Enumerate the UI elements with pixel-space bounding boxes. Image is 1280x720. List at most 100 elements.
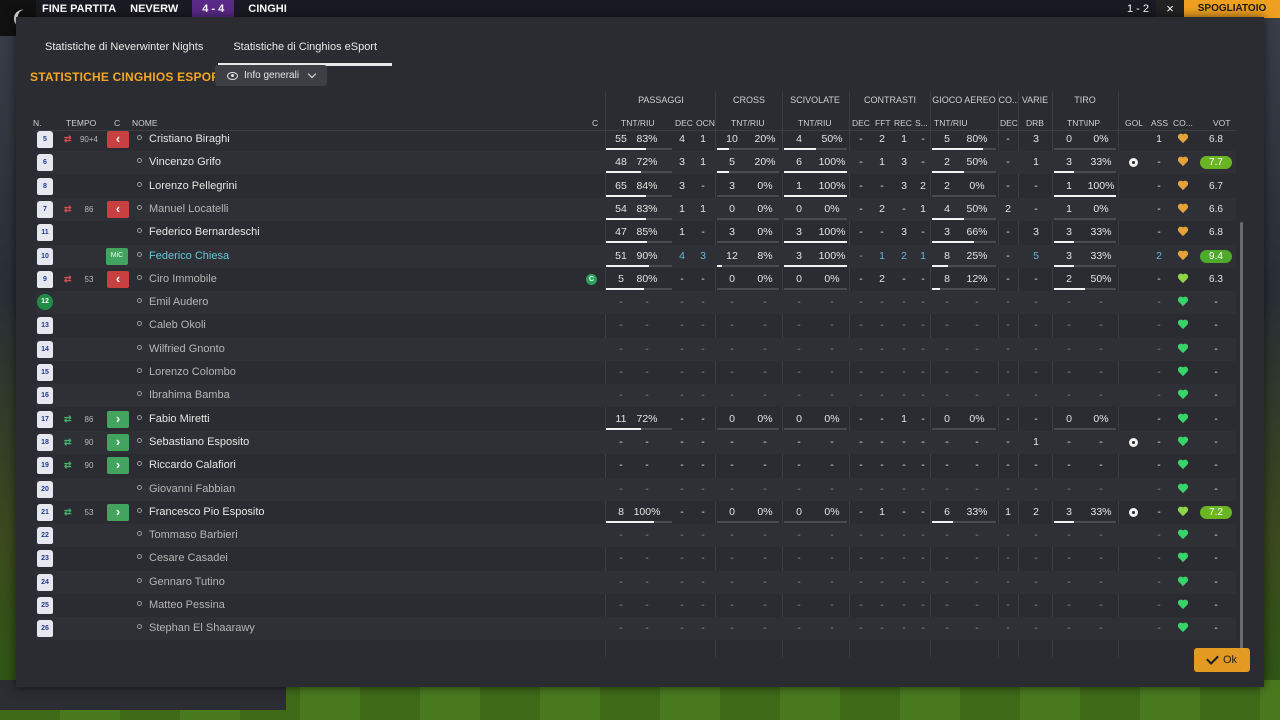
tab-neverwinter[interactable]: Statistiche di Neverwinter Nights xyxy=(30,39,218,63)
table-row[interactable]: 17 ⇄ 86 › Fabio Miretti 11 72% - -0 0% 0 0% - -1-0 0% -… xyxy=(36,408,1236,431)
player-name[interactable]: Francesco Pio Esposito xyxy=(149,501,265,524)
column-header-con_s[interactable]: S... xyxy=(915,118,928,128)
column-header-n[interactable]: N. xyxy=(33,118,42,128)
table-row[interactable]: 8 Lorenzo Pellegrini 65 84% 3-3 0% 1 100% - -3 2 2 0… xyxy=(36,175,1236,198)
pass-tnt: - xyxy=(619,552,623,564)
player-name[interactable]: Stephan El Shaarawy xyxy=(149,617,255,640)
player-name[interactable]: Gennaro Tutino xyxy=(149,571,225,594)
player-name[interactable]: Federico Chiesa xyxy=(149,245,229,268)
player-name[interactable]: Matteo Pessina xyxy=(149,594,225,617)
aer-pct: - xyxy=(975,319,979,331)
column-header-pass_dec[interactable]: DEC xyxy=(675,118,693,128)
player-name[interactable]: Lorenzo Pellegrini xyxy=(149,175,237,198)
table-row[interactable]: 22 Tommaso Barbieri - - - - - - - - - - - - - - - - - - - - xyxy=(36,524,1236,547)
column-header-c[interactable]: C xyxy=(114,118,120,128)
sub-in-button[interactable]: › xyxy=(107,411,129,428)
player-name[interactable]: Sebastiano Esposito xyxy=(149,431,249,454)
table-row[interactable]: 14 Wilfried Gnonto - - - - - - - - - - - - - - - - - - - - xyxy=(36,338,1236,361)
player-name[interactable]: Giovanni Fabbian xyxy=(149,478,235,501)
table-row[interactable]: 26 Stephan El Shaarawy - - - - - - - - - - - - - - - - - - -… xyxy=(36,617,1236,640)
player-name[interactable]: Vincenzo Grifo xyxy=(149,151,221,174)
table-row[interactable]: 23 Cesare Casadei - - - - - - - - - - - - - - - - - - - - xyxy=(36,547,1236,570)
sub-out-button[interactable]: ‹ xyxy=(107,201,129,218)
contrasti-0: - xyxy=(859,436,863,448)
scrollbar[interactable] xyxy=(1240,222,1243,657)
aer-bar-fill xyxy=(932,241,974,243)
column-header-con_rec[interactable]: REC xyxy=(894,118,912,128)
player-name[interactable]: Manuel Locatelli xyxy=(149,198,229,221)
player-name[interactable]: Caleb Okoli xyxy=(149,314,206,337)
table-row[interactable]: 15 Lorenzo Colombo - - - - - - - - - - - - - - - - - - - - xyxy=(36,361,1236,384)
column-header-vot[interactable]: VOT xyxy=(1213,118,1230,128)
table-row[interactable]: 11 Federico Bernardeschi 47 85% 1-3 0% 3 100% - -… xyxy=(36,221,1236,244)
player-name[interactable]: Fabio Miretti xyxy=(149,408,210,431)
sub-in-button[interactable]: › xyxy=(107,504,129,521)
sciv-pct: - xyxy=(830,436,834,448)
player-name[interactable]: Wilfried Gnonto xyxy=(149,338,225,361)
close-icon[interactable]: × xyxy=(1156,0,1184,18)
player-name[interactable]: Ibrahima Bamba xyxy=(149,384,230,407)
sciv-tnt: - xyxy=(797,622,801,634)
column-header-pass_ocn[interactable]: OCN xyxy=(696,118,715,128)
contrasti-3: - xyxy=(921,133,925,145)
table-row[interactable]: 10 MiC Federico Chiesa 51 90% 4 3 12 8% 3 100% -1 2 1… xyxy=(36,245,1236,268)
column-header-tempo[interactable]: TEMPO xyxy=(66,118,96,128)
pass-bar-fill xyxy=(606,195,646,197)
column-header-gol[interactable]: GOL xyxy=(1125,118,1143,128)
table-row[interactable]: 19 ⇄ 90 › Riccardo Calafiori - - - - - - - - - - - - - - - -… xyxy=(36,454,1236,477)
rating-badge: - xyxy=(1214,297,1218,308)
table-row[interactable]: 18 ⇄ 90 › Sebastiano Esposito - - - - - - - - - - - - - - -… xyxy=(36,431,1236,454)
ok-button[interactable]: Ok xyxy=(1194,648,1250,672)
column-header-co2[interactable]: CO... xyxy=(1173,118,1193,128)
sub-out-button[interactable]: ‹ xyxy=(107,271,129,288)
player-name[interactable]: Tommaso Barbieri xyxy=(149,524,238,547)
table-row[interactable]: 16 Ibrahima Bamba - - - - - - - - - - - - - - - - - - - - xyxy=(36,384,1236,407)
player-name[interactable]: Ciro Immobile xyxy=(149,268,217,291)
column-header-varie_drb[interactable]: DRB xyxy=(1026,118,1044,128)
aer-tnt: - xyxy=(945,552,949,564)
column-header-c2[interactable]: C xyxy=(592,118,598,128)
table-row[interactable]: 13 Caleb Okoli - - - - - - - - - - - - - - - - - - - - xyxy=(36,314,1236,337)
table-row[interactable]: 21 ⇄ 53 › Francesco Pio Esposito 8 100% - -0 0% 0 0… xyxy=(36,501,1236,524)
player-name[interactable]: Emil Audero xyxy=(149,291,208,314)
column-header-co_dec[interactable]: DEC xyxy=(1000,118,1018,128)
dressing-room-button[interactable]: SPOGLIATOIO xyxy=(1184,0,1280,18)
tiro-tnt: - xyxy=(1067,343,1071,355)
table-row[interactable]: 25 Matteo Pessina - - - - - - - - - - - - - - - - - - - - xyxy=(36,594,1236,617)
table-row[interactable]: 20 Giovanni Fabbian - - - - - - - - - - - - - - - - - - - - xyxy=(36,478,1236,501)
column-header-aer_tnt[interactable]: TNT/RIU xyxy=(934,118,968,128)
sub-in-button[interactable]: › xyxy=(107,434,129,451)
table-row[interactable]: 9 ⇄ 53 ‹ Ciro Immobile C 5 80% - -0 0% 0 0% -2- -8 12% -… xyxy=(36,268,1236,291)
column-header-ass[interactable]: ASS xyxy=(1151,118,1168,128)
tab-cinghios[interactable]: Statistiche di Cinghios eSport xyxy=(218,39,393,66)
table-row[interactable]: 6 Vincenzo Grifo 48 72% 3 1 5 20% 6 100% -1 3-2 50% -… xyxy=(36,151,1236,174)
sub-out-button[interactable]: ‹ xyxy=(107,131,129,148)
player-name[interactable]: Cristiano Biraghi xyxy=(149,128,230,151)
table-row[interactable]: 7 ⇄ 86 ‹ Manuel Locatelli 54 83% 1 1 0 0% 0 0% -2-1 4 5… xyxy=(36,198,1236,221)
shirt-icon: 15 xyxy=(37,364,53,381)
contrasti-3: - xyxy=(921,319,925,331)
morale-heart-icon xyxy=(1178,530,1188,540)
rating-badge: - xyxy=(1214,484,1218,495)
morale-heart-icon xyxy=(1178,181,1188,191)
pass-pct: - xyxy=(645,389,649,401)
sub-in-button[interactable]: › xyxy=(107,457,129,474)
player-name[interactable]: Riccardo Calafiori xyxy=(149,454,236,477)
view-select[interactable]: Info generali xyxy=(215,65,327,86)
table-row[interactable]: 12 Emil Audero - - - - - - - - - - - - - - - - - - - - xyxy=(36,291,1236,314)
contrasti-0: - xyxy=(859,622,863,634)
table-row[interactable]: 24 Gennaro Tutino - - - - - - - - - - - - - - - - - - - - xyxy=(36,571,1236,594)
column-header-nome[interactable]: NOME xyxy=(132,118,158,128)
column-header-tiro_tnt[interactable]: TNT\INP xyxy=(1067,118,1100,128)
column-header-con_dec[interactable]: DEC xyxy=(852,118,870,128)
aer-pct: - xyxy=(975,389,979,401)
column-header-con_fft[interactable]: FFT xyxy=(875,118,891,128)
player-name[interactable]: Lorenzo Colombo xyxy=(149,361,236,384)
player-name[interactable]: Cesare Casadei xyxy=(149,547,228,570)
pass-dec: - xyxy=(680,296,684,308)
column-header-sciv_tnt[interactable]: TNT/RIU xyxy=(798,118,832,128)
column-header-cross_tnt[interactable]: TNT/RIU xyxy=(731,118,765,128)
column-header-pass_tnt[interactable]: TNT/RIU xyxy=(621,118,655,128)
table-row[interactable]: 5 ⇄ 90+4 ‹ Cristiano Biraghi 55 83% 4 1 10 20% 4 50%… xyxy=(36,128,1236,151)
player-name[interactable]: Federico Bernardeschi xyxy=(149,221,260,244)
